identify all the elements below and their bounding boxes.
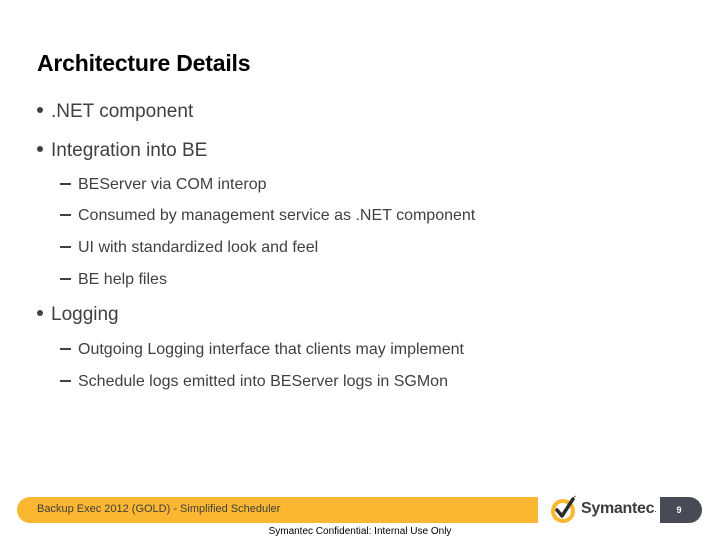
bullet-icon (37, 309, 43, 316)
dash-icon (60, 213, 71, 216)
sub-bullet-item: Outgoing Logging interface that clients … (60, 341, 464, 359)
footer-banner-text: Backup Exec 2012 (GOLD) - Simplified Sch… (37, 503, 281, 515)
bullet-item: Integration into BE (37, 140, 207, 162)
sub-bullet-text: BE help files (78, 271, 167, 288)
sub-bullet-text: Outgoing Logging interface that clients … (78, 341, 464, 358)
logo-dot: . (654, 504, 657, 514)
symantec-logo: Symantec. (551, 493, 657, 525)
sub-bullet-item: UI with standardized look and feel (60, 239, 318, 257)
bullet-text: Integration into BE (51, 140, 208, 161)
dash-icon (60, 245, 71, 248)
bullet-item: .NET component (37, 101, 193, 123)
bullet-icon (37, 145, 43, 152)
dash-icon (60, 182, 71, 185)
checkmark-logo-icon (551, 494, 577, 523)
page-number-tab: 9 (660, 497, 702, 523)
footer-banner: Backup Exec 2012 (GOLD) - Simplified Sch… (17, 497, 538, 523)
sub-bullet-text: Consumed by management service as .NET c… (78, 207, 476, 224)
sub-bullet-item: BEServer via COM interop (60, 176, 267, 194)
bullet-item: Logging (37, 304, 119, 326)
bullet-icon (37, 106, 43, 113)
sub-bullet-item: Schedule logs emitted into BEServer logs… (60, 373, 448, 391)
sub-bullet-item: BE help files (60, 271, 167, 289)
bullet-text: .NET component (51, 101, 194, 122)
slide-title: Architecture Details (37, 50, 251, 76)
confidentiality-notice: Symantec Confidential: Internal Use Only (268, 526, 452, 537)
sub-bullet-item: Consumed by management service as .NET c… (60, 207, 475, 225)
dash-icon (60, 277, 71, 280)
sub-bullet-text: BEServer via COM interop (78, 176, 267, 193)
bullet-text: Logging (51, 304, 119, 325)
dash-icon (60, 379, 71, 382)
logo-text: Symantec (581, 500, 655, 517)
sub-bullet-text: UI with standardized look and feel (78, 239, 319, 256)
sub-bullet-text: Schedule logs emitted into BEServer logs… (78, 373, 448, 390)
page-number: 9 (676, 505, 682, 515)
dash-icon (60, 347, 71, 350)
